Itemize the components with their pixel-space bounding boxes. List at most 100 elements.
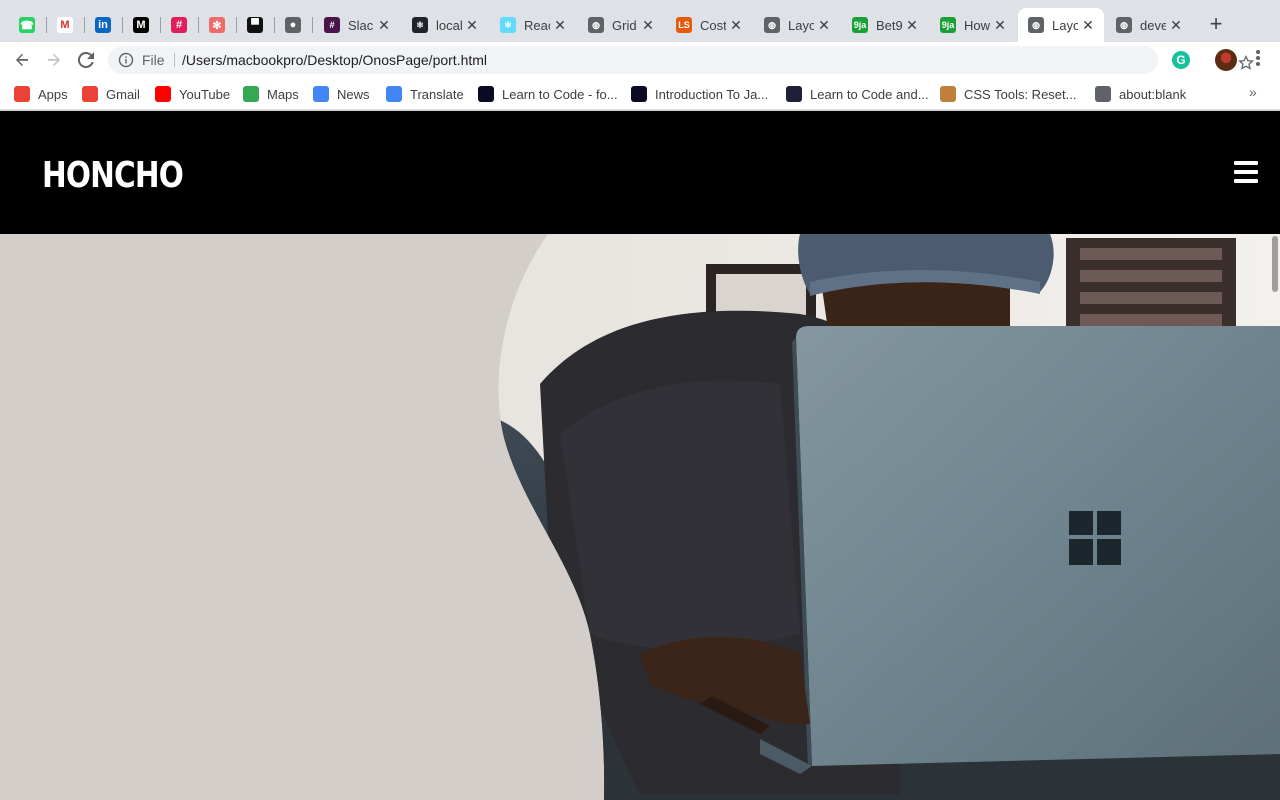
reload-icon	[78, 52, 94, 68]
tab-title: Layout	[1052, 17, 1078, 33]
browser-tab[interactable]: ⚛ React✕	[490, 8, 576, 42]
hero-section	[0, 234, 1280, 800]
tab-title: Layout	[788, 17, 814, 33]
bookmark-item[interactable]: Learn to Code and...	[786, 85, 929, 103]
bookmark-item[interactable]: Introduction To Ja...	[631, 85, 768, 103]
hamburger-menu-icon[interactable]	[1234, 161, 1258, 183]
tab-favicon-icon: LS	[676, 17, 692, 33]
slack-icon: #	[171, 17, 187, 33]
apps-grid-icon	[14, 86, 30, 102]
close-tab-icon[interactable]: ✕	[904, 17, 920, 33]
close-tab-icon[interactable]: ✕	[640, 17, 656, 33]
bookmark-label: about:blank	[1119, 86, 1187, 102]
forward-button[interactable]	[42, 48, 66, 72]
gmail-icon	[82, 86, 98, 102]
page-scrollbar[interactable]	[1270, 234, 1280, 800]
pinned-tab-gmail[interactable]: M	[53, 13, 77, 37]
css-tools-icon	[940, 86, 956, 102]
tab-favicon-icon: 9ja	[940, 17, 956, 33]
bookmark-item[interactable]: News	[313, 85, 370, 103]
freecodecamp-icon	[478, 86, 494, 102]
pinned-tab-slack[interactable]: #	[167, 13, 191, 37]
tab-separator	[122, 17, 123, 33]
tab-favicon-icon: #	[324, 17, 340, 33]
tab-favicon-icon: 9ja	[852, 17, 868, 33]
url-text[interactable]: /Users/macbookpro/Desktop/OnosPage/port.…	[182, 52, 487, 68]
close-tab-icon[interactable]: ✕	[1168, 17, 1184, 33]
linkedin-icon: in	[95, 17, 111, 33]
close-tab-icon[interactable]: ✕	[728, 17, 744, 33]
browser-tab[interactable]: LS Cost ✕	[666, 8, 752, 42]
globe-icon	[1095, 86, 1111, 102]
bookmark-label: Learn to Code - fo...	[502, 86, 618, 102]
site-header: HONCHO	[0, 111, 1280, 234]
bookmark-item[interactable]: Learn to Code - fo...	[478, 85, 618, 103]
tab-separator	[198, 17, 199, 33]
whatsapp-icon: ☎	[19, 17, 35, 33]
tab-title: localhost	[436, 17, 462, 33]
tab-favicon-icon: ◍	[764, 17, 780, 33]
close-tab-icon[interactable]: ✕	[552, 17, 568, 33]
bookmark-label: Maps	[267, 86, 299, 102]
bookmark-label: Learn to Code and...	[810, 86, 929, 102]
reload-button[interactable]	[74, 48, 98, 72]
tab-title: Grid	[612, 17, 637, 33]
bookmark-item[interactable]: YouTube	[155, 85, 230, 103]
scrollbar-thumb[interactable]	[1272, 236, 1278, 292]
browser-tab[interactable]: # Slack✕	[314, 8, 400, 42]
bookmark-label: News	[337, 86, 370, 102]
close-tab-icon[interactable]: ✕	[992, 17, 1008, 33]
browser-menu-icon[interactable]	[1252, 48, 1264, 72]
pinned-tab-unsplash[interactable]: ▀	[243, 13, 267, 37]
grammarly-extension-icon[interactable]: G	[1172, 51, 1190, 69]
tab-separator	[312, 17, 313, 33]
bookmarks-overflow-icon[interactable]: »	[1249, 84, 1257, 100]
pinned-tab-asana[interactable]: ✻	[205, 13, 229, 37]
bookmark-item[interactable]: about:blank	[1095, 85, 1186, 103]
pinned-tab-linkedin[interactable]: in	[91, 13, 115, 37]
bookmark-item[interactable]: Gmail	[82, 85, 140, 103]
tab-favicon-icon: ⚛	[500, 17, 516, 33]
address-bar[interactable]: File /Users/macbookpro/Desktop/OnosPage/…	[108, 46, 1254, 74]
bookmark-item[interactable]: CSS Tools: Reset...	[940, 85, 1076, 103]
bookmark-item[interactable]: Maps	[243, 85, 299, 103]
new-tab-button[interactable]: +	[1204, 13, 1228, 37]
browser-tab[interactable]: ◍ Layout✕	[754, 8, 840, 42]
bookmark-item[interactable]: Apps	[14, 85, 68, 103]
tab-favicon-icon: ◍	[1116, 17, 1132, 33]
bookmark-label: CSS Tools: Reset...	[964, 86, 1077, 102]
tab-active[interactable]: ◍ Layout✕	[1018, 8, 1104, 42]
pinned-tab-whatsapp[interactable]: ☎	[15, 13, 39, 37]
tab-separator	[236, 17, 237, 33]
pinned-tab-github[interactable]: ●	[281, 13, 305, 37]
browser-tab[interactable]: ◍ Grid ✕	[578, 8, 664, 42]
forward-arrow-icon	[48, 53, 60, 66]
tab-favicon-icon: ◍	[588, 17, 604, 33]
back-button[interactable]	[10, 48, 34, 72]
bookmark-item[interactable]: Translate	[386, 85, 464, 103]
browser-tab[interactable]: ⚛ localhost✕	[402, 8, 488, 42]
close-tab-icon[interactable]: ✕	[376, 17, 392, 33]
site-logo[interactable]: HONCHO	[42, 155, 184, 196]
close-tab-icon[interactable]: ✕	[816, 17, 832, 33]
maps-icon	[243, 86, 259, 102]
profile-avatar[interactable]	[1215, 49, 1237, 71]
back-arrow-icon	[16, 53, 28, 66]
close-tab-icon[interactable]: ✕	[464, 17, 480, 33]
browser-tab[interactable]: 9ja Bet9ja✕	[842, 8, 928, 42]
codecademy-icon	[786, 86, 802, 102]
pinned-tab-medium[interactable]: M	[129, 13, 153, 37]
browser-tab[interactable]: ◍ devel✕	[1106, 8, 1192, 42]
bookmark-label: YouTube	[179, 86, 231, 102]
medium-icon: M	[133, 17, 149, 33]
translate-icon	[386, 86, 402, 102]
tab-separator	[46, 17, 47, 33]
tab-title: React	[524, 17, 550, 33]
info-icon[interactable]	[118, 52, 134, 68]
bookmark-label: Introduction To Ja...	[655, 86, 769, 102]
asana-icon: ✻	[209, 17, 225, 33]
browser-tab[interactable]: 9ja How ✕	[930, 8, 1016, 42]
tab-separator	[160, 17, 161, 33]
close-tab-icon[interactable]: ✕	[1080, 17, 1096, 33]
unsplash-icon: ▀	[247, 17, 263, 33]
